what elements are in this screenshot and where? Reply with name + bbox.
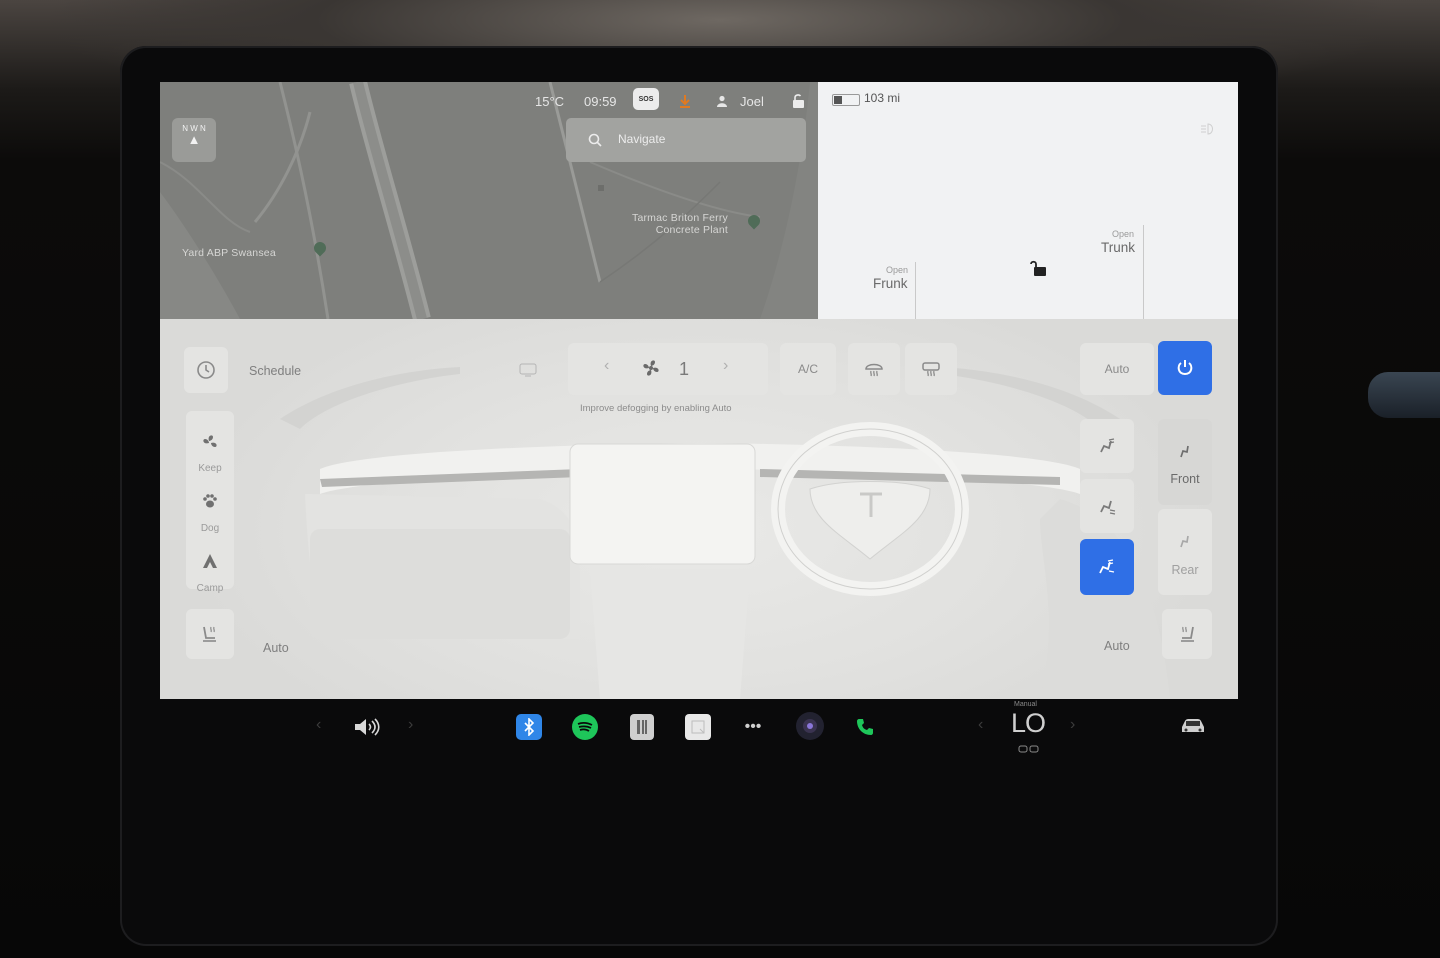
bluetooth-icon[interactable] <box>516 714 542 740</box>
volume-decrease-button[interactable]: ‹ <box>316 716 321 734</box>
map-marker <box>598 185 604 191</box>
right-seat-heater-button[interactable] <box>1162 609 1212 659</box>
front-seat-icon <box>1174 441 1196 461</box>
fan-increase-button[interactable]: › <box>723 357 728 375</box>
windshield-icon[interactable] <box>517 361 539 379</box>
calendar-icon[interactable] <box>685 714 711 740</box>
search-icon <box>588 133 602 147</box>
frunk-open-small: Open <box>886 265 909 275</box>
camp-mode-label[interactable]: Camp <box>186 583 234 594</box>
airflow-feet-icon <box>1100 500 1116 515</box>
volume-icon[interactable] <box>350 714 382 740</box>
front-climate-button[interactable] <box>1158 419 1212 505</box>
map-place-label[interactable]: Tarmac Briton Ferry Concrete Plant <box>632 212 728 236</box>
camera-icon[interactable] <box>796 712 824 740</box>
front-defrost-icon <box>865 363 883 377</box>
keep-mode-icon[interactable] <box>198 431 222 451</box>
fan-speed-control[interactable] <box>568 343 768 395</box>
frunk-leader-line <box>915 262 916 319</box>
vehicle-panel: 103 mi Open Frunk Open Trunk <box>818 82 1238 319</box>
airflow-combined-button[interactable] <box>1080 539 1134 595</box>
climate-panel: Schedule ‹ 1 › A/C Improve defogging by … <box>160 319 1238 699</box>
rear-seat-icon <box>1174 531 1196 551</box>
defog-hint: Improve defogging by enabling Auto <box>580 403 732 414</box>
schedule-label[interactable]: Schedule <box>249 364 301 378</box>
fan-icon <box>640 357 662 379</box>
unlock-icon[interactable] <box>1030 260 1048 281</box>
fan-speed-value: 1 <box>679 359 690 379</box>
touchscreen: N W N ▲ 15°C 09:59 SOS Joel Navigate Yar… <box>160 82 1238 699</box>
battery-fill <box>834 96 842 104</box>
trunk-leader-line <box>1143 225 1144 319</box>
volume-increase-button[interactable]: › <box>408 716 413 734</box>
temperature-mode-label: Manual <box>1014 701 1037 708</box>
temp-increase-button[interactable]: › <box>1070 716 1075 734</box>
airflow-feet-button[interactable] <box>1080 479 1134 533</box>
left-seat-auto-label[interactable]: Auto <box>263 641 289 655</box>
fan-decrease-button[interactable]: ‹ <box>604 357 609 375</box>
spotify-icon[interactable] <box>572 714 598 740</box>
seat-icons <box>1018 740 1040 753</box>
download-icon[interactable] <box>678 90 692 112</box>
tidal-icon[interactable] <box>630 714 654 740</box>
climate-auto-button[interactable]: Auto <box>1080 343 1154 395</box>
map-place-label[interactable]: Yard ABP Swansea <box>182 247 276 259</box>
battery-icon <box>832 94 860 106</box>
compass-arrow-icon: ▲ <box>187 132 201 147</box>
seat-heater-icon <box>1181 626 1194 642</box>
schedule-clock-button[interactable] <box>184 347 228 393</box>
temp-decrease-button[interactable]: ‹ <box>978 716 983 734</box>
front-label: Front <box>1170 472 1200 486</box>
range-readout: 103 mi <box>864 91 901 105</box>
user-name[interactable]: Joel <box>740 90 764 112</box>
paw-icon[interactable] <box>198 491 222 511</box>
rear-climate-button[interactable] <box>1158 509 1212 595</box>
rear-defrost-button[interactable] <box>905 343 957 395</box>
car-icon[interactable] <box>1178 714 1208 738</box>
rear-defrost-icon <box>922 362 940 377</box>
dog-mode-label[interactable]: Dog <box>186 523 234 534</box>
navigate-label: Navigate <box>618 132 666 146</box>
rear-label: Rear <box>1171 563 1199 577</box>
airflow-face-icon <box>1100 438 1115 453</box>
cabin-temperature[interactable]: LO <box>1011 708 1046 739</box>
navigate-search[interactable]: Navigate <box>566 118 806 162</box>
ac-button[interactable]: A/C <box>780 343 836 395</box>
temperature-readout: 15°C <box>535 93 565 109</box>
clock: 09:59 <box>584 93 617 109</box>
keep-mode-label[interactable]: Keep <box>186 463 234 474</box>
left-seat-heater-button[interactable] <box>186 609 234 659</box>
airflow-combined-icon <box>1099 559 1115 574</box>
phone-icon[interactable] <box>852 714 878 740</box>
tent-icon[interactable] <box>198 551 222 571</box>
lock-status-icon[interactable] <box>792 90 805 112</box>
stalk <box>1368 372 1440 418</box>
trunk-open-button[interactable]: Trunk <box>1101 240 1135 255</box>
more-icon[interactable]: ••• <box>740 714 766 740</box>
map-view[interactable]: N W N ▲ 15°C 09:59 SOS Joel Navigate Yar… <box>160 82 818 319</box>
airflow-face-button[interactable] <box>1080 419 1134 473</box>
headlights-icon[interactable] <box>1200 122 1218 135</box>
climate-power-button[interactable] <box>1158 341 1212 395</box>
compass-button[interactable]: N W N ▲ <box>172 118 216 162</box>
front-defrost-button[interactable] <box>848 343 900 395</box>
right-seat-auto-label[interactable]: Auto <box>1104 639 1130 653</box>
clock-icon <box>197 361 215 379</box>
trunk-open-small: Open <box>1112 229 1135 239</box>
seat-heater-icon <box>203 626 216 642</box>
sos-button[interactable]: SOS <box>633 88 659 110</box>
power-icon <box>1177 360 1193 376</box>
user-icon[interactable] <box>716 90 728 112</box>
frunk-open-button[interactable]: Frunk <box>873 276 908 291</box>
